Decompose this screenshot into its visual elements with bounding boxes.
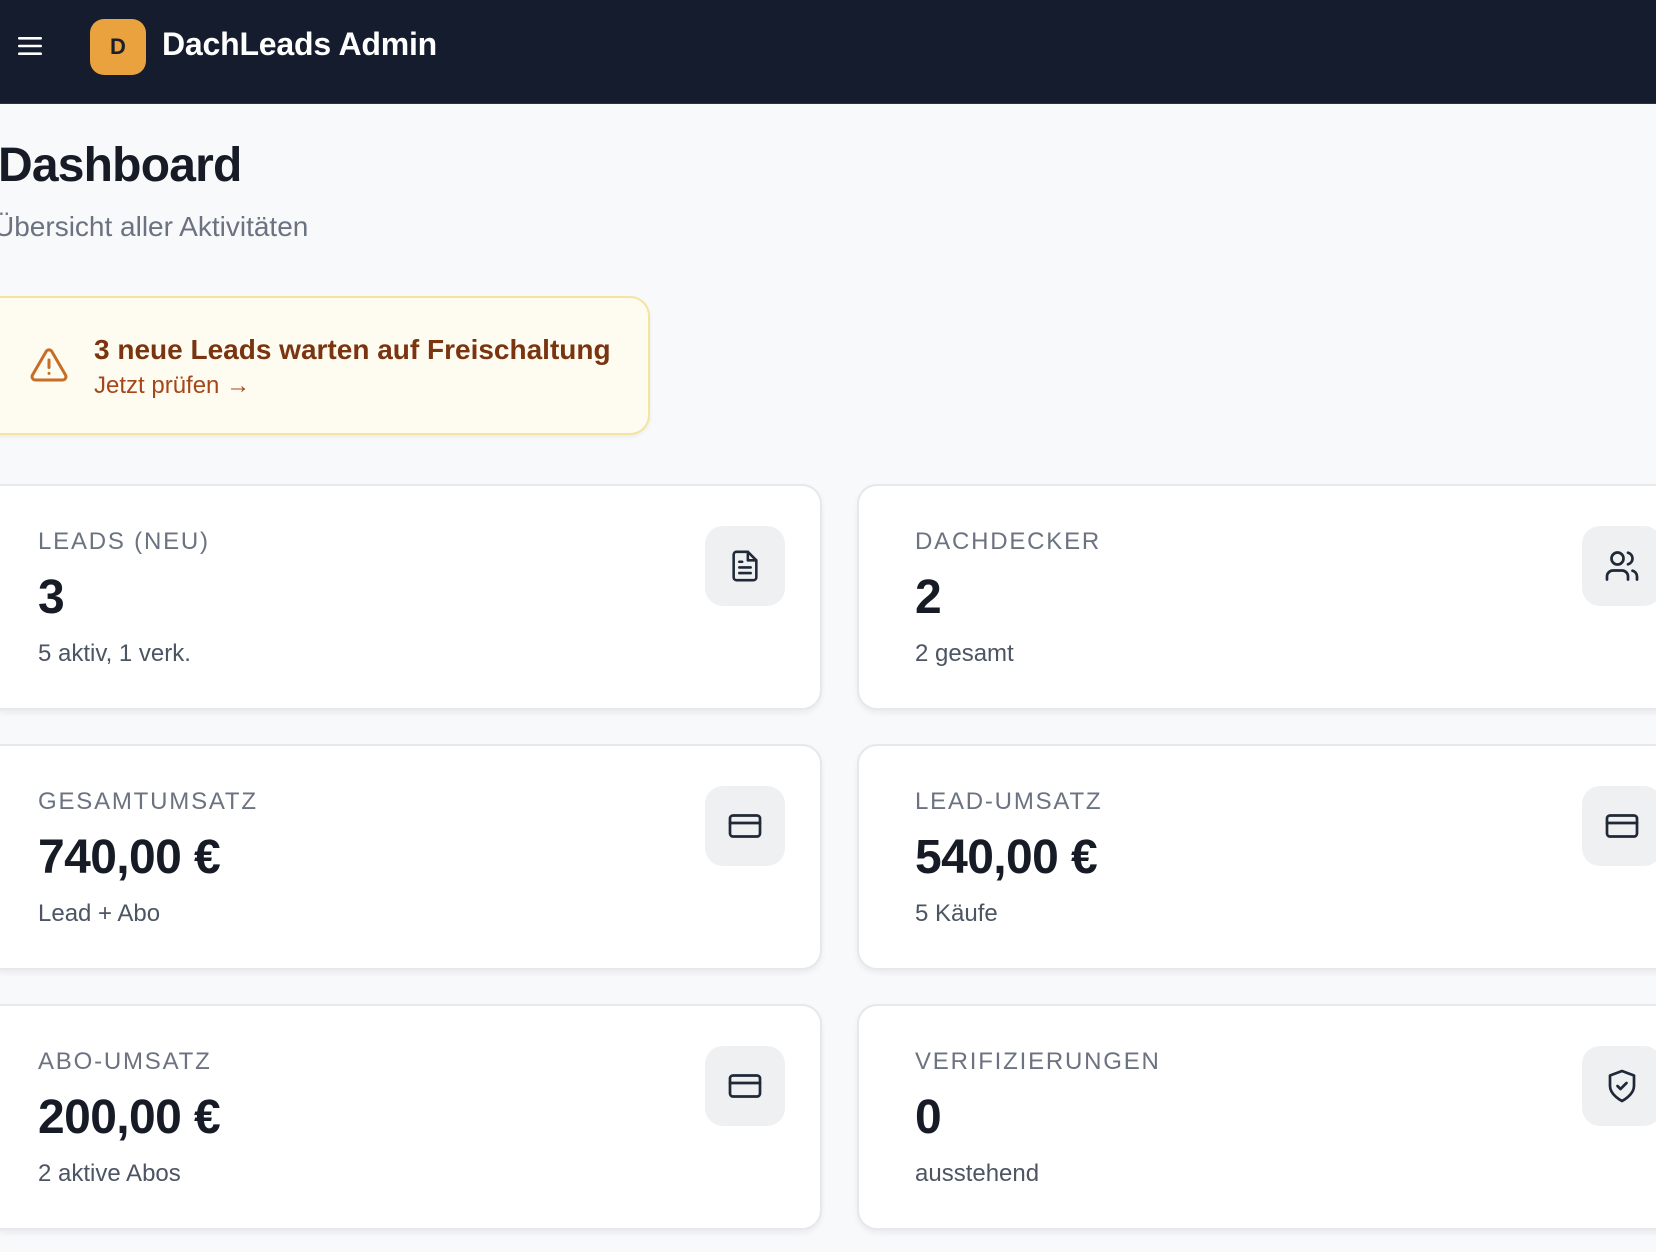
credit-card-icon — [1582, 786, 1656, 866]
stat-label: Gesamtumsatz — [38, 788, 258, 815]
stat-subtext: ausstehend — [915, 1160, 1040, 1187]
stat-card-subscription-revenue[interactable]: Abo-Umsatz 200,00 € 2 aktive Abos — [0, 1004, 822, 1230]
credit-card-icon — [705, 786, 785, 866]
stat-value: 0 — [915, 1091, 942, 1144]
document-icon — [705, 526, 785, 606]
stat-card-roofers[interactable]: Dachdecker 2 2 gesamt — [857, 484, 1656, 710]
stat-value: 540,00 € — [915, 831, 1098, 884]
stat-value: 740,00 € — [38, 831, 221, 884]
app-logo[interactable]: D — [90, 19, 146, 75]
stat-subtext: 2 aktive Abos — [38, 1160, 181, 1187]
stat-label: Lead-Umsatz — [915, 788, 1103, 815]
top-bar: D DachLeads Admin — [0, 0, 1656, 104]
credit-card-icon — [705, 1046, 785, 1126]
stat-value: 200,00 € — [38, 1091, 221, 1144]
stat-card-leads-new[interactable]: Leads (neu) 3 5 aktiv, 1 verk. — [0, 484, 822, 710]
check-now-link[interactable]: Jetzt prüfen → — [94, 372, 250, 400]
stat-value: 3 — [38, 571, 65, 624]
users-icon — [1582, 526, 1656, 606]
pending-leads-alert: 3 neue Leads warten auf Freischaltung Je… — [0, 296, 650, 435]
stat-label: Abo-Umsatz — [38, 1048, 212, 1075]
page-subtitle: Übersicht aller Aktivitäten — [0, 211, 309, 242]
stat-subtext: 5 aktiv, 1 verk. — [38, 640, 191, 667]
shield-check-icon — [1582, 1046, 1656, 1126]
stat-subtext: Lead + Abo — [38, 900, 161, 927]
stat-subtext: 5 Käufe — [915, 900, 998, 927]
page-title: Dashboard — [0, 139, 242, 192]
warning-triangle-icon — [29, 345, 69, 385]
stat-label: Verifizierungen — [915, 1048, 1161, 1075]
stat-value: 2 — [915, 571, 942, 624]
stat-label: Dachdecker — [915, 528, 1102, 555]
stat-card-verifications[interactable]: Verifizierungen 0 ausstehend — [857, 1004, 1656, 1230]
stat-label: Leads (neu) — [38, 528, 210, 555]
app-title: DachLeads Admin — [162, 26, 437, 62]
stat-subtext: 2 gesamt — [915, 640, 1014, 667]
menu-icon[interactable] — [14, 30, 46, 62]
stat-card-total-revenue[interactable]: Gesamtumsatz 740,00 € Lead + Abo — [0, 744, 822, 970]
stat-card-lead-revenue[interactable]: Lead-Umsatz 540,00 € 5 Käufe — [857, 744, 1656, 970]
alert-title: 3 neue Leads warten auf Freischaltung — [94, 334, 611, 365]
